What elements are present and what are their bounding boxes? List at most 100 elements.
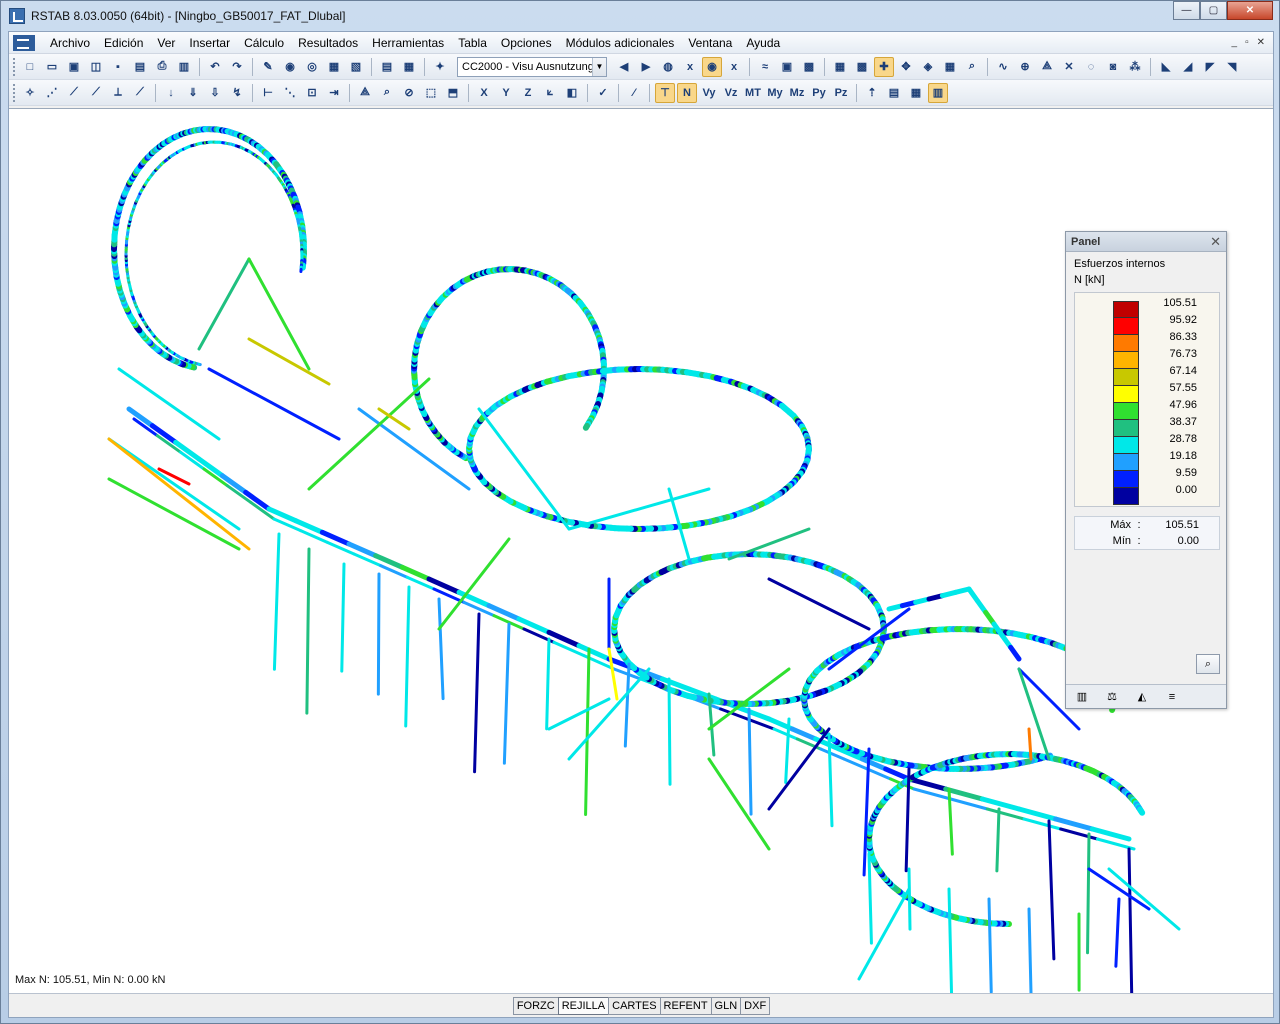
view-members-icon[interactable]: ✚ <box>874 56 894 77</box>
results-icon[interactable]: ▦ <box>324 57 344 77</box>
select-icon[interactable]: ✧ <box>20 83 40 103</box>
load-case-selector[interactable]: CC2000 - Visu Ausnutzung ▼ <box>457 56 607 77</box>
numbering-icon[interactable]: x <box>680 57 700 77</box>
member-line[interactable] <box>907 867 912 931</box>
member-line[interactable] <box>376 572 381 696</box>
chevron-down-icon[interactable]: ▼ <box>592 57 606 76</box>
load-imperfection-icon[interactable]: ↯ <box>227 83 247 103</box>
next-case-icon[interactable]: ▶ <box>636 57 656 77</box>
minimize-button[interactable]: — <box>1173 1 1200 20</box>
toolbar-grip-2[interactable] <box>13 83 16 102</box>
member-line[interactable] <box>582 422 590 431</box>
member-line[interactable] <box>1127 847 1134 994</box>
member-line[interactable] <box>707 757 771 851</box>
member-line[interactable] <box>767 577 871 631</box>
panel-zoom-icon[interactable]: ⌕ <box>1196 654 1220 674</box>
tool-link-icon[interactable]: ∿ <box>993 57 1013 77</box>
member-line[interactable] <box>305 547 311 715</box>
member-line[interactable] <box>1047 819 1056 961</box>
tool-modules-icon[interactable]: ⁂ <box>1125 57 1145 77</box>
view-3d-icon[interactable]: ⟁ <box>355 83 375 103</box>
color-scale-tab-icon[interactable]: ▥ <box>1074 689 1090 705</box>
status-rejilla-button[interactable]: REJILLA <box>557 996 610 1015</box>
print-icon[interactable]: ⎙ <box>152 57 172 77</box>
node-icon[interactable]: ⋰ <box>42 83 62 103</box>
tool-delete-icon[interactable]: ✕ <box>1059 57 1079 77</box>
export-1-icon[interactable]: ◣ <box>1156 57 1176 77</box>
cube-iso-icon[interactable]: ⬒ <box>443 83 463 103</box>
member-line[interactable] <box>857 887 911 981</box>
member-line[interactable] <box>404 585 411 728</box>
force-mt-button[interactable]: MT <box>743 83 763 103</box>
cube-view-icon[interactable]: ⬚ <box>421 83 441 103</box>
load-nodal-icon[interactable]: ↓ <box>161 83 181 103</box>
force-pz-button[interactable]: Pz <box>831 83 851 103</box>
member-line[interactable] <box>247 257 311 371</box>
member-line[interactable] <box>747 707 753 816</box>
undo-icon[interactable]: ↶ <box>205 57 225 77</box>
new-file-icon[interactable]: □ <box>20 57 40 77</box>
axis-y-icon[interactable]: Y <box>496 83 516 103</box>
calculate-icon[interactable]: ◉ <box>280 57 300 77</box>
status-refent-button[interactable]: REFENT <box>659 996 712 1015</box>
print-preview-icon[interactable]: ▥ <box>174 57 194 77</box>
show-results-eye-icon[interactable]: ◉ <box>702 56 722 77</box>
menu-modulos-adicionales[interactable]: Módulos adicionales <box>559 36 682 50</box>
tool-measure-icon[interactable]: ◌ <box>1081 57 1101 77</box>
table-icon[interactable]: ▤ <box>377 57 397 77</box>
member-line[interactable] <box>502 622 511 765</box>
menu-resultados[interactable]: Resultados <box>291 36 365 50</box>
member-set-icon[interactable]: ⟋ <box>86 83 106 103</box>
tool-mirror-icon[interactable]: ⟁ <box>1037 57 1057 77</box>
member-line[interactable] <box>437 537 511 631</box>
clipping-icon[interactable]: ⇥ <box>324 83 344 103</box>
menu-tabla[interactable]: Tabla <box>451 36 494 50</box>
maximize-button[interactable]: ▢ <box>1200 1 1227 20</box>
zoom-off-icon[interactable]: ⊘ <box>399 83 419 103</box>
view-nodes-icon[interactable]: ◈ <box>918 57 938 77</box>
support-reactions-icon[interactable]: ⇡ <box>862 83 882 103</box>
status-gln-button[interactable]: GLN <box>710 996 742 1015</box>
axis-iso-icon[interactable]: ⟀ <box>540 83 560 103</box>
redo-icon[interactable]: ↷ <box>227 57 247 77</box>
member-line[interactable] <box>623 662 631 748</box>
member-line[interactable] <box>943 786 985 802</box>
member-line[interactable] <box>117 367 221 441</box>
member-line[interactable] <box>1008 644 1022 662</box>
menu-calculo[interactable]: Cálculo <box>237 36 291 50</box>
view-move-icon[interactable]: ✥ <box>896 57 916 77</box>
member-line[interactable] <box>1089 826 1132 842</box>
check-icon[interactable]: ✓ <box>593 83 613 103</box>
support-icon[interactable]: ⟂ <box>108 83 128 103</box>
member-line[interactable] <box>995 807 1001 873</box>
member-line[interactable] <box>272 532 281 671</box>
member-line[interactable] <box>197 257 251 351</box>
force-vy-button[interactable]: Vy <box>699 83 719 103</box>
dimension-icon[interactable]: ⊢ <box>258 83 278 103</box>
status-cartes-button[interactable]: CARTES <box>608 996 661 1015</box>
comment-icon[interactable]: ⋱ <box>280 83 300 103</box>
edit-nodes-icon[interactable]: ✎ <box>258 57 278 77</box>
model-viewport[interactable]: Max N: 105.51, Min N: 0.00 kN Panel ✕ Es… <box>9 108 1273 994</box>
member-line[interactable] <box>545 637 551 731</box>
axis-x-icon[interactable]: X <box>474 83 494 103</box>
force-vz-button[interactable]: Vz <box>721 83 741 103</box>
export-2-icon[interactable]: ◢ <box>1178 57 1198 77</box>
member-line[interactable] <box>247 337 331 386</box>
load-case-icon[interactable]: ✦ <box>430 57 450 77</box>
panel-close-icon[interactable]: ✕ <box>1210 234 1221 250</box>
member-line[interactable] <box>667 677 672 786</box>
filter-tab-icon[interactable]: ◭ <box>1134 689 1150 705</box>
result-grid-icon[interactable]: ▦ <box>906 83 926 103</box>
zoom-window-icon[interactable]: ⌕ <box>377 83 397 103</box>
view-iso-icon[interactable]: ▦ <box>830 57 850 77</box>
member-line[interactable] <box>1016 806 1059 822</box>
menu-herramientas[interactable]: Herramientas <box>365 36 451 50</box>
panel-toggle-icon[interactable]: ▥ <box>928 82 948 103</box>
member-line[interactable] <box>906 776 949 792</box>
member-line[interactable] <box>437 597 445 701</box>
member-icon[interactable]: ⟋ <box>64 83 84 103</box>
show-results-icon[interactable]: ▧ <box>346 57 366 77</box>
menu-opciones[interactable]: Opciones <box>494 36 559 50</box>
open-folder-icon[interactable]: ▭ <box>42 57 62 77</box>
